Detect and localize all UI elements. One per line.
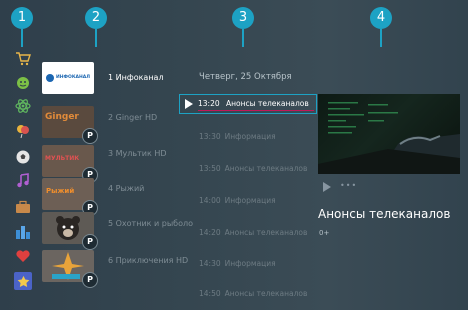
channel-logo-6[interactable]: P [42, 250, 98, 288]
schedule-date: Четверг, 25 Октября [199, 72, 292, 82]
schedule-title: Анонсы телеканалов [224, 228, 308, 237]
program-title: Анонсы телеканалов [318, 207, 451, 221]
progress-bar [198, 110, 314, 111]
channel-logo-5[interactable]: P [42, 212, 98, 250]
theater-masks-icon[interactable] [14, 74, 32, 92]
channel-logo-2[interactable]: Ginger P [42, 106, 98, 144]
schedule-item[interactable]: 13:50 Анонсы телеканалов [199, 164, 314, 173]
schedule-title: Анонсы телеканалов [224, 164, 308, 173]
program-thumbnail [318, 94, 460, 174]
callout-marker-4: 4 [370, 7, 392, 29]
schedule-item[interactable]: 14:20 Анонсы телеканалов [199, 228, 314, 237]
star-icon[interactable] [14, 272, 32, 290]
schedule-time: 14:50 [199, 289, 221, 298]
channel-logo-4[interactable]: Рыжий P [42, 178, 98, 216]
more-options-button[interactable]: ••• [340, 181, 357, 190]
channel-logo-text: МУЛЬТИК [45, 155, 80, 162]
hacker-hand-image [318, 102, 460, 174]
age-rating: 0+ [319, 229, 330, 237]
shopping-cart-icon[interactable] [14, 50, 32, 68]
soccer-ball-icon[interactable] [14, 148, 32, 166]
schedule-title: Информация [224, 259, 276, 268]
channel-logo-text: Ginger [45, 112, 79, 122]
tv-guide-screen: 1 2 3 4 ИНФОКАНАЛ 1 Инфоканал Ginger P 2… [0, 0, 468, 310]
schedule-item[interactable]: 14:00 Информация [199, 196, 314, 205]
callout-line-2 [95, 29, 97, 47]
balloons-icon[interactable] [14, 122, 32, 140]
schedule-title: Информация [224, 196, 276, 205]
schedule-title: Информация [224, 132, 276, 141]
channel-name-2[interactable]: 2 Ginger HD [108, 113, 193, 122]
paid-badge: P [82, 128, 98, 144]
callout-line-1 [21, 29, 23, 47]
callout-marker-3: 3 [232, 7, 254, 29]
channel-name-3[interactable]: 3 Мультик HD [108, 149, 193, 158]
channel-name-1[interactable]: 1 Инфоканал [108, 73, 193, 82]
play-button-icon[interactable] [322, 182, 332, 192]
channel-logo-text: ИНФОКАНАЛ [56, 75, 90, 80]
channel-logo-1[interactable]: ИНФОКАНАЛ [42, 62, 94, 94]
channel-logo-3[interactable]: МУЛЬТИК P [42, 145, 98, 183]
infokanal-logo-mark [46, 74, 54, 82]
schedule-item[interactable]: 14:50 Анонсы телеканалов [199, 289, 314, 298]
schedule-time: 13:20 [198, 99, 220, 108]
schedule-time: 13:50 [199, 164, 221, 173]
channel-logo-text: Рыжий [46, 187, 75, 195]
callout-marker-1: 1 [11, 7, 33, 29]
schedule-time: 13:30 [199, 132, 221, 141]
schedule-title: Анонсы телеканалов [226, 99, 309, 108]
bear-icon [56, 216, 80, 240]
heart-icon[interactable] [14, 247, 32, 265]
schedule-item[interactable]: 14:30 Информация [199, 259, 314, 268]
atom-icon[interactable] [14, 97, 32, 115]
channel-name-5[interactable]: 5 Охотник и рыболов [108, 219, 193, 228]
schedule-item-selected[interactable]: 13:20 Анонсы телеканалов [179, 94, 317, 114]
channel-name-4[interactable]: 4 Рыжий [108, 184, 193, 193]
schedule-time: 14:30 [199, 259, 221, 268]
callout-line-3 [242, 29, 244, 47]
paid-badge: P [82, 272, 98, 288]
callout-line-4 [380, 29, 382, 47]
channel-name-6[interactable]: 6 Приключения HD [108, 256, 193, 265]
callout-marker-2: 2 [85, 7, 107, 29]
schedule-time: 14:00 [199, 196, 221, 205]
schedule-item[interactable]: 13:30 Информация [199, 132, 314, 141]
schedule-title: Анонсы телеканалов [224, 289, 308, 298]
paid-badge: P [82, 234, 98, 250]
play-icon [185, 99, 193, 109]
music-note-icon[interactable] [14, 172, 32, 190]
schedule-time: 14:20 [199, 228, 221, 237]
briefcase-icon[interactable] [14, 198, 32, 216]
city-icon[interactable] [14, 223, 32, 241]
